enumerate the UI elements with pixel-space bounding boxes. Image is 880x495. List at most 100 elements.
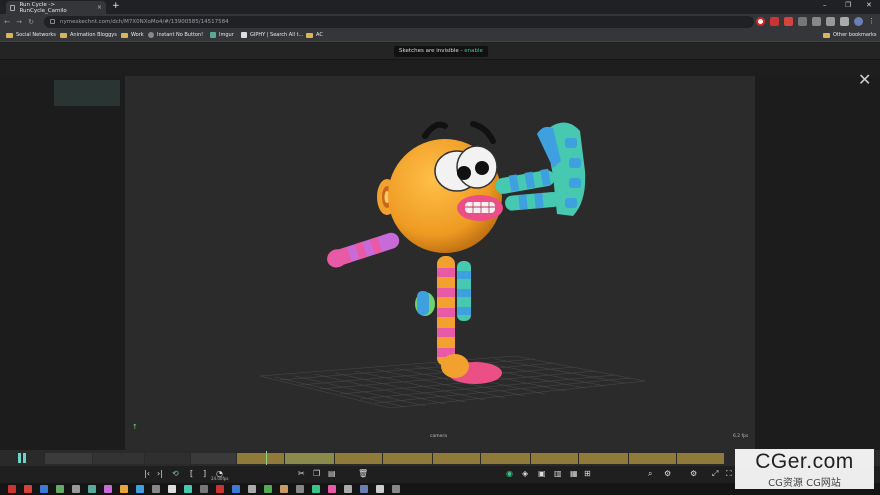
timeline-segment[interactable] bbox=[629, 453, 677, 464]
new-tab-button[interactable]: + bbox=[112, 1, 120, 11]
timeline-segment[interactable] bbox=[481, 453, 531, 464]
taskbar-app-icon[interactable] bbox=[168, 485, 176, 493]
taskbar-app-icon[interactable] bbox=[360, 485, 368, 493]
timeline-segment[interactable] bbox=[433, 453, 481, 464]
loop-icon[interactable]: ⟲ bbox=[172, 469, 179, 478]
url-input[interactable]: nymeskechnt.com/dch/M7X0NXoMo4/#/1390058… bbox=[44, 16, 754, 28]
close-icon[interactable]: ✕ bbox=[858, 70, 871, 89]
bookmark-link[interactable]: Instant No Button! bbox=[148, 32, 203, 38]
extension-red-icon[interactable] bbox=[770, 17, 779, 26]
taskbar-app-icon[interactable] bbox=[56, 485, 64, 493]
timeline-segment[interactable] bbox=[145, 453, 191, 464]
other-bookmarks[interactable]: Other bookmarks bbox=[823, 32, 876, 38]
right-panel bbox=[755, 76, 880, 450]
window-close-button[interactable]: ✕ bbox=[866, 1, 872, 9]
enable-link[interactable]: enable bbox=[464, 48, 483, 54]
taskbar-app-icon[interactable] bbox=[264, 485, 272, 493]
menu-dots-icon[interactable]: ⋮ bbox=[868, 17, 877, 26]
taskbar-app-icon[interactable] bbox=[280, 485, 288, 493]
taskbar-app-icon[interactable] bbox=[216, 485, 224, 493]
watermark-title: CGer.com bbox=[755, 450, 854, 473]
timeline-segment[interactable] bbox=[285, 453, 335, 464]
key-next-icon[interactable]: ›| bbox=[157, 469, 163, 478]
lock-icon[interactable]: ▣ bbox=[538, 469, 546, 478]
paste-icon[interactable]: ▤ bbox=[328, 469, 336, 478]
back-icon[interactable]: ← bbox=[2, 18, 12, 26]
opera-extension-icon[interactable] bbox=[756, 17, 765, 26]
timeline-segment[interactable] bbox=[579, 453, 629, 464]
taskbar-app-icon[interactable] bbox=[120, 485, 128, 493]
key-prev-icon[interactable]: |‹ bbox=[144, 469, 150, 478]
taskbar-app-icon[interactable] bbox=[248, 485, 256, 493]
pause-button[interactable] bbox=[17, 453, 27, 463]
taskbar-app-icon[interactable] bbox=[312, 485, 320, 493]
cast-icon[interactable] bbox=[812, 17, 821, 26]
bookmark-folder[interactable]: Social Networks bbox=[6, 32, 56, 38]
taskbar-app-icon[interactable] bbox=[8, 485, 16, 493]
timeline-segment[interactable] bbox=[335, 453, 383, 464]
panel-item[interactable] bbox=[54, 80, 120, 106]
bookmark-link[interactable]: GIPHY | Search All t... bbox=[241, 32, 303, 38]
bookmark-link[interactable]: Imgur bbox=[210, 32, 234, 38]
taskbar-app-icon[interactable] bbox=[152, 485, 160, 493]
taskbar-app-icon[interactable] bbox=[200, 485, 208, 493]
taskbar-app-icon[interactable] bbox=[24, 485, 32, 493]
sidebar-icon[interactable] bbox=[840, 17, 849, 26]
taskbar-app-icon[interactable] bbox=[296, 485, 304, 493]
timeline-segment[interactable] bbox=[383, 453, 433, 464]
tab-favicon-icon bbox=[10, 4, 16, 11]
forward-icon[interactable]: → bbox=[14, 18, 24, 26]
bookmark-folder[interactable]: AC bbox=[306, 32, 323, 38]
timeline-segment[interactable] bbox=[237, 453, 285, 464]
window-minimize-button[interactable]: – bbox=[823, 1, 827, 9]
extension-x-icon[interactable] bbox=[784, 17, 793, 26]
fullscreen-icon[interactable]: ⛶ bbox=[726, 469, 732, 479]
gear-icon[interactable]: ⚙ bbox=[664, 469, 671, 478]
mesh-icon[interactable]: ▦ bbox=[570, 469, 578, 478]
search-icon[interactable]: ⌕ bbox=[648, 469, 652, 479]
browser-tab[interactable]: Run Cycle -> RunCycle_Camilo × bbox=[6, 1, 106, 14]
taskbar-app-icon[interactable] bbox=[376, 485, 384, 493]
window-maximize-button[interactable]: ❐ bbox=[845, 1, 851, 9]
bracket-right-icon[interactable]: ] bbox=[203, 469, 206, 478]
taskbar-app-icon[interactable] bbox=[104, 485, 112, 493]
taskbar-app-icon[interactable] bbox=[328, 485, 336, 493]
taskbar-app-icon[interactable] bbox=[88, 485, 96, 493]
timeline-segment[interactable] bbox=[677, 453, 725, 464]
timeline-segment[interactable] bbox=[45, 453, 93, 464]
extensions-puzzle-icon[interactable] bbox=[798, 17, 807, 26]
bookmark-folder[interactable]: Animation Bloggys bbox=[60, 32, 117, 38]
reload-icon[interactable]: ↻ bbox=[26, 18, 36, 26]
taskbar-app-icon[interactable] bbox=[136, 485, 144, 493]
layers-icon[interactable]: ◈ bbox=[522, 469, 528, 478]
expand-icon[interactable]: ⤢ bbox=[712, 469, 718, 479]
timeline-segment[interactable] bbox=[93, 453, 145, 464]
profile-avatar[interactable] bbox=[854, 17, 863, 26]
bracket-left-icon[interactable]: [ bbox=[190, 469, 193, 478]
url-text: nymeskechnt.com/dch/M7X0NXoMo4/#/1390058… bbox=[60, 19, 229, 25]
3d-viewport[interactable] bbox=[125, 76, 755, 450]
playlist-icon[interactable] bbox=[826, 17, 835, 26]
pause-bar-icon bbox=[23, 453, 26, 463]
taskbar-app-icon[interactable] bbox=[40, 485, 48, 493]
tab-close-icon[interactable]: × bbox=[97, 4, 102, 11]
bookmark-folder[interactable]: Work bbox=[121, 32, 144, 38]
scissors-icon[interactable]: ✂ bbox=[298, 469, 305, 478]
taskbar-app-icon[interactable] bbox=[232, 485, 240, 493]
settings-icon[interactable]: ⚙ bbox=[690, 469, 697, 478]
taskbar-app-icon[interactable] bbox=[72, 485, 80, 493]
frame-icon[interactable]: ⊞ bbox=[584, 469, 591, 478]
taskbar-app-icon[interactable] bbox=[344, 485, 352, 493]
group-icon[interactable]: ▥ bbox=[554, 469, 562, 478]
taskbar-app-icon[interactable] bbox=[184, 485, 192, 493]
eye-icon[interactable]: ◉ bbox=[506, 469, 513, 478]
delete-icon[interactable]: 🗑 bbox=[358, 469, 368, 478]
watermark: CGer.com CG资源 CG网站 bbox=[735, 449, 874, 489]
frame-rate-label: 24.00fps bbox=[211, 476, 229, 481]
copy-icon[interactable]: ❐ bbox=[313, 469, 320, 478]
playhead[interactable] bbox=[266, 451, 267, 465]
timeline-segment[interactable] bbox=[531, 453, 579, 464]
folder-icon bbox=[6, 32, 13, 38]
timeline-segment[interactable] bbox=[191, 453, 237, 464]
taskbar-app-icon[interactable] bbox=[392, 485, 400, 493]
